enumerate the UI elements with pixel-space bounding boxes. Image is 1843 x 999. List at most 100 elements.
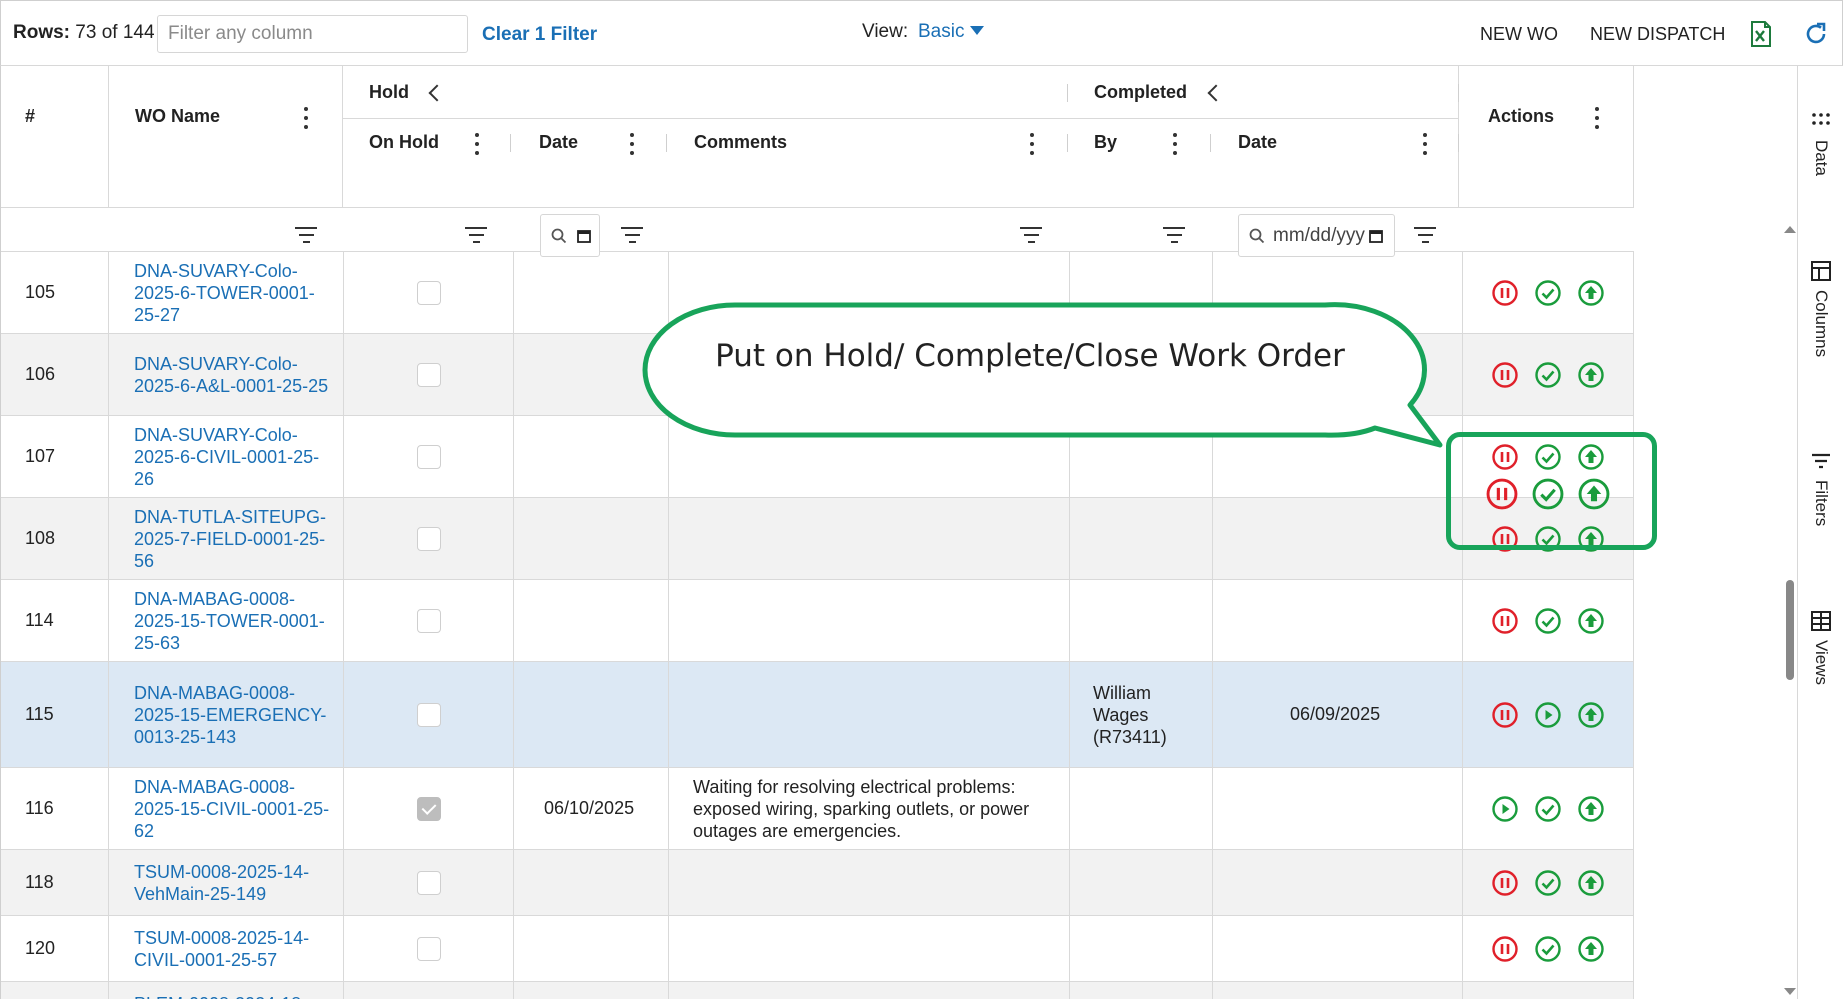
check-circle-icon[interactable] [1534,795,1562,823]
wo-name-menu-icon[interactable] [303,107,309,129]
close-upload-icon[interactable] [1577,795,1605,823]
table-row[interactable]: 108 DNA-TUTLA-SITEUPG-2025-7-FIELD-0001-2… [1,498,1634,580]
pause-icon[interactable] [1491,607,1519,635]
hold-date-menu-icon[interactable] [629,133,635,155]
tab-columns-label[interactable]: Columns [1811,290,1831,357]
play-icon[interactable] [1534,701,1562,729]
column-header-completed-date[interactable]: Date [1238,132,1277,153]
on-hold-menu-icon[interactable] [474,133,480,155]
collapse-completed-chevron-icon[interactable] [1207,84,1225,102]
by-filter-icon[interactable] [1162,227,1186,245]
pause-icon[interactable] [1491,279,1519,307]
calendar-icon[interactable] [577,229,591,243]
wo-name-link[interactable]: DNA-SUVARY-Colo-2025-6-TOWER-0001-25-27 [134,252,334,333]
completed-date-filter-input[interactable]: mm/dd/yyyy [1238,214,1395,257]
on-hold-checkbox[interactable] [417,445,441,469]
comments-filter-icon[interactable] [1019,227,1043,245]
table-row[interactable]: 72 PLEM-0008-2024-18-CIVIL-0001-24-74 [1,982,1634,999]
on-hold-checkbox[interactable] [417,703,441,727]
excel-export-icon[interactable] [1750,21,1772,47]
tab-filters[interactable]: Filters [1798,450,1843,526]
tab-views-label[interactable]: Views [1811,640,1831,685]
column-header-comments[interactable]: Comments [694,132,787,153]
pause-icon[interactable] [1485,477,1519,511]
wo-name-link[interactable]: DNA-MABAG-0008-2025-15-TOWER-0001-25-63 [134,580,334,661]
tab-columns[interactable]: Columns [1798,260,1843,357]
tab-data[interactable]: Data [1798,110,1843,176]
on-hold-checkbox[interactable] [417,871,441,895]
column-header-by[interactable]: By [1094,132,1117,153]
pause-icon[interactable] [1491,701,1519,729]
hold-date-filter-icon[interactable] [620,227,644,245]
wo-name-link[interactable]: TSUM-0008-2025-14-VehMain-25-149 [134,850,334,915]
close-upload-icon[interactable] [1577,607,1605,635]
check-circle-icon[interactable] [1531,477,1565,511]
tab-data-label[interactable]: Data [1811,140,1831,176]
table-row[interactable]: 115 DNA-MABAG-0008-2025-15-EMERGENCY-0013… [1,662,1634,768]
caret-down-icon[interactable] [970,26,985,35]
column-header-wo-name[interactable]: WO Name [135,106,220,127]
scroll-up-icon[interactable] [1784,226,1796,233]
on-hold-checkbox[interactable] [417,527,441,551]
on-hold-checkbox[interactable] [417,363,441,387]
tab-filters-label[interactable]: Filters [1811,480,1831,526]
table-row[interactable]: 116 DNA-MABAG-0008-2025-15-CIVIL-0001-25-… [1,768,1634,850]
collapse-hold-chevron-icon[interactable] [428,84,446,102]
comments-menu-icon[interactable] [1029,133,1035,155]
completed-date-menu-icon[interactable] [1422,133,1428,155]
calendar-icon[interactable] [1369,229,1383,243]
scroll-down-icon[interactable] [1784,988,1796,995]
actions-menu-icon[interactable] [1594,107,1600,129]
table-row[interactable]: 118 TSUM-0008-2025-14-VehMain-25-149 [1,850,1634,916]
tab-views[interactable]: Views [1798,610,1843,685]
play-icon[interactable] [1491,795,1519,823]
vertical-scrollbar[interactable] [1782,222,1796,999]
filter-any-column-input[interactable] [157,15,468,53]
check-circle-icon[interactable] [1534,607,1562,635]
check-circle-icon[interactable] [1534,935,1562,963]
wo-name-link[interactable]: DNA-MABAG-0008-2025-15-EMERGENCY-0013-25… [134,662,334,767]
close-upload-icon[interactable] [1577,279,1605,307]
wo-name-link[interactable]: DNA-MABAG-0008-2025-15-CIVIL-0001-25-62 [134,768,334,849]
wo-name-link[interactable]: TSUM-0008-2025-14-CIVIL-0001-25-57 [134,916,334,981]
pause-icon[interactable] [1491,361,1519,389]
hold-date-filter-input[interactable] [540,214,600,257]
column-header-hold-date[interactable]: Date [539,132,578,153]
scrollbar-thumb[interactable] [1786,580,1794,680]
wo-name-link[interactable]: DNA-TUTLA-SITEUPG-2025-7-FIELD-0001-25-5… [134,498,334,579]
column-group-completed[interactable]: Completed [1094,82,1187,103]
new-wo-button[interactable]: NEW WO [1480,24,1558,45]
wo-name-link[interactable]: DNA-SUVARY-Colo-2025-6-A&L-0001-25-25 [134,334,334,415]
completed-date-filter-icon[interactable] [1413,227,1437,245]
on-hold-checkbox[interactable] [417,797,441,821]
clear-filter-link[interactable]: Clear 1 Filter [482,24,597,46]
close-upload-icon[interactable] [1577,869,1605,897]
close-upload-icon[interactable] [1577,701,1605,729]
close-upload-icon[interactable] [1577,935,1605,963]
close-upload-icon[interactable] [1577,477,1611,511]
column-header-number[interactable]: # [25,106,35,127]
check-circle-icon[interactable] [1534,279,1562,307]
new-dispatch-button[interactable]: NEW DISPATCH [1590,24,1725,45]
close-upload-icon[interactable] [1577,361,1605,389]
column-header-actions[interactable]: Actions [1488,106,1554,127]
on-hold-checkbox[interactable] [417,281,441,305]
on-hold-checkbox[interactable] [417,609,441,633]
table-row[interactable]: 114 DNA-MABAG-0008-2025-15-TOWER-0001-25-… [1,580,1634,662]
on-hold-checkbox[interactable] [417,937,441,961]
by-menu-icon[interactable] [1172,133,1178,155]
view-selector[interactable]: Basic [918,21,985,43]
check-circle-icon[interactable] [1534,361,1562,389]
column-group-hold[interactable]: Hold [369,82,409,103]
table-row[interactable]: 120 TSUM-0008-2025-14-CIVIL-0001-25-57 [1,916,1634,982]
on-hold-filter-icon[interactable] [464,227,488,245]
check-circle-icon[interactable] [1534,869,1562,897]
pause-icon[interactable] [1491,869,1519,897]
wo-name-filter-icon[interactable] [294,227,318,245]
wo-name-link[interactable]: PLEM-0008-2024-18-CIVIL-0001-24-74 [134,982,334,999]
column-header-on-hold[interactable]: On Hold [369,132,439,153]
wo-name-link[interactable]: DNA-SUVARY-Colo-2025-6-CIVIL-0001-25-26 [134,416,334,497]
view-value[interactable]: Basic [918,21,964,42]
pause-icon[interactable] [1491,935,1519,963]
refresh-icon[interactable] [1803,21,1829,47]
